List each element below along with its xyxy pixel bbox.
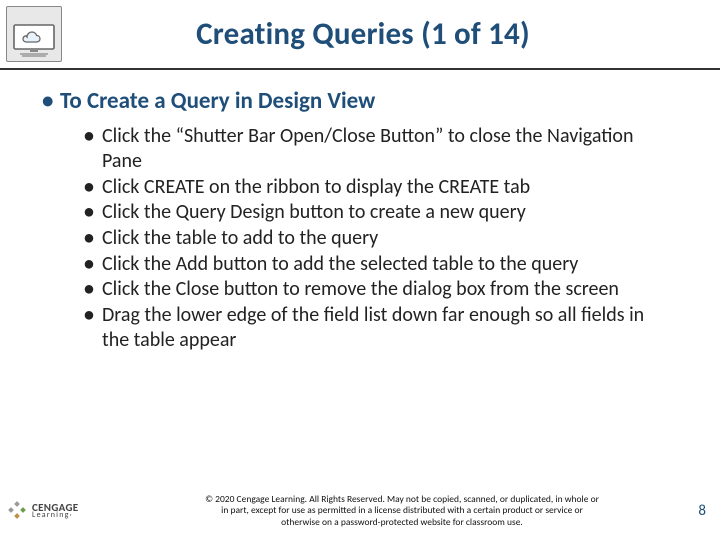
logo-sub: Learning· [32,512,78,519]
subhead: To Create a Query in Design View [40,88,670,116]
list-item: Click the table to add to the query [82,226,670,252]
slide-title: Creating Queries (1 of 14) [62,15,720,53]
list-item: Click the “Shutter Bar Open/Close Button… [82,124,670,175]
cloud-monitor-icon [6,6,62,62]
logo-mark-icon [6,500,28,522]
title-row: Creating Queries (1 of 14) [0,0,720,70]
list-item: Click the Query Design button to create … [82,200,670,226]
copyright-text: © 2020 Cengage Learning. All Rights Rese… [118,494,686,528]
list-item: Click the Add button to add the selected… [82,252,670,278]
list-item: Click CREATE on the ribbon to display th… [82,175,670,201]
footer: CENGAGE Learning· © 2020 Cengage Learnin… [0,494,720,528]
publisher-logo: CENGAGE Learning· [6,500,118,522]
list-item: Click the Close button to remove the dia… [82,277,670,303]
logo-text: CENGAGE Learning· [32,503,78,519]
content-area: To Create a Query in Design View Click t… [40,88,670,354]
page-number: 8 [686,502,714,520]
slide: Creating Queries (1 of 14) To Create a Q… [0,0,720,540]
list-item: Drag the lower edge of the field list do… [82,303,670,354]
steps-list: Click the “Shutter Bar Open/Close Button… [82,124,670,354]
